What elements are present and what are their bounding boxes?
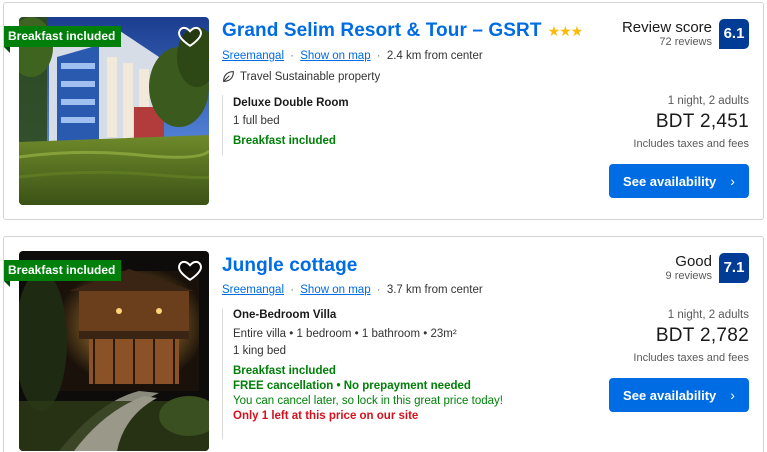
see-availability-label: See availability [623, 387, 717, 403]
location-link[interactable]: Sreemangal [222, 284, 284, 296]
separator-dot: · [376, 284, 381, 296]
review-summary[interactable]: Review score 72 reviews 6.1 [622, 19, 749, 49]
see-availability-label: See availability [623, 173, 717, 189]
sustainable-label: Travel Sustainable property [240, 70, 381, 83]
chevron-right-icon: › [730, 387, 735, 403]
star-rating-icon: ★★★ [547, 22, 584, 39]
stay-details: 1 night, 2 adults [667, 309, 749, 321]
room-info: Deluxe Double Room 1 full bed Breakfast … [222, 95, 349, 155]
breakfast-included-text: Breakfast included [233, 365, 336, 377]
room-name: One-Bedroom Villa [233, 309, 337, 321]
leaf-icon [223, 71, 234, 82]
property-card: Breakfast included Grand Selim Resort & … [3, 2, 764, 220]
room-info: One-Bedroom Villa Entire villa • 1 bedro… [222, 309, 503, 439]
show-on-map-link[interactable]: Show on map [300, 50, 370, 62]
breakfast-badge: Breakfast included [4, 26, 122, 53]
price-amount: BDT 2,782 [655, 325, 749, 346]
bed-info: 1 full bed [233, 115, 280, 127]
taxes-note: Includes taxes and fees [633, 352, 749, 364]
breakfast-badge: Breakfast included [4, 260, 122, 287]
review-score-badge: 7.1 [719, 253, 749, 283]
review-count: 9 reviews [665, 270, 712, 282]
bed-info: 1 king bed [233, 345, 287, 357]
distance-text: 2.4 km from center [386, 50, 483, 62]
taxes-note: Includes taxes and fees [633, 138, 749, 150]
separator-dot: · [290, 50, 295, 62]
see-availability-button[interactable]: See availability › [609, 378, 749, 412]
wishlist-heart-icon[interactable] [177, 257, 203, 283]
price-block: 1 night, 2 adults BDT 2,782 Includes tax… [633, 309, 749, 364]
location-link[interactable]: Sreemangal [222, 50, 284, 62]
stay-details: 1 night, 2 adults [667, 95, 749, 107]
property-title-link[interactable]: Grand Selim Resort & Tour – GSRT [222, 20, 542, 42]
distance-text: 3.7 km from center [386, 284, 483, 296]
property-card: Breakfast included Jungle cottage Sreema… [3, 236, 764, 452]
show-on-map-link[interactable]: Show on map [300, 284, 370, 296]
see-availability-button[interactable]: See availability › [609, 164, 749, 198]
review-score-badge: 6.1 [719, 19, 749, 49]
sustainable-badge: Travel Sustainable property [222, 70, 380, 83]
chevron-right-icon: › [730, 173, 735, 189]
free-cancellation-text: FREE cancellation • No prepayment needed [233, 380, 471, 392]
review-label: Good [675, 253, 712, 270]
price-amount: BDT 2,451 [655, 111, 749, 132]
review-count: 72 reviews [659, 36, 712, 48]
price-block: 1 night, 2 adults BDT 2,451 Includes tax… [633, 95, 749, 150]
property-title-link[interactable]: Jungle cottage [222, 255, 357, 277]
review-label: Review score [621, 19, 712, 36]
wishlist-heart-icon[interactable] [177, 23, 203, 49]
room-name: Deluxe Double Room [233, 97, 349, 109]
separator-dot: · [376, 50, 381, 62]
scarcity-warning: Only 1 left at this price on our site [233, 410, 419, 422]
review-summary[interactable]: Good 9 reviews 7.1 [666, 253, 749, 283]
cancel-note: You can cancel later, so lock in this gr… [233, 395, 503, 407]
breakfast-included-text: Breakfast included [233, 135, 336, 147]
unit-details: Entire villa • 1 bedroom • 1 bathroom • … [233, 328, 457, 340]
separator-dot: · [290, 284, 295, 296]
